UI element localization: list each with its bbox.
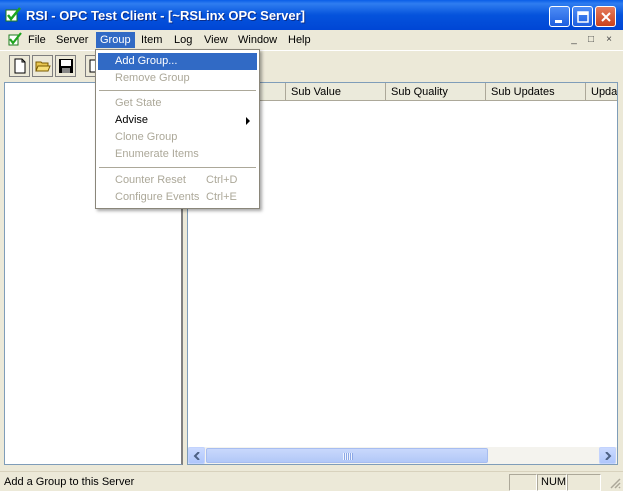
maximize-icon [577, 11, 589, 23]
check-icon [5, 7, 21, 22]
close-button[interactable] [595, 6, 616, 27]
minimize-icon [555, 20, 562, 23]
menu-advise[interactable]: Advise [98, 112, 257, 129]
status-pane-blank [509, 474, 537, 491]
open-button[interactable] [32, 55, 53, 77]
menu-get-state[interactable]: Get State [98, 95, 257, 112]
menu-clone-group[interactable]: Clone Group [98, 129, 257, 146]
submenu-arrow-icon [246, 117, 250, 125]
menu-separator [99, 90, 256, 91]
scroll-left-button[interactable] [188, 447, 205, 464]
column-header-sub-value[interactable]: Sub Value [286, 83, 386, 101]
mdi-restore-button[interactable]: □ [584, 33, 598, 46]
toolbar [0, 50, 623, 80]
horizontal-scrollbar[interactable] [188, 447, 617, 464]
new-file-icon [14, 58, 26, 74]
menu-help[interactable]: Help [284, 32, 315, 48]
status-bar: Add a Group to this Server NUM [0, 471, 623, 491]
menu-configure-events-label: Configure Events [115, 191, 200, 203]
chevron-left-icon [193, 452, 200, 460]
window-title: RSI - OPC Test Client - [~RSLinx OPC Ser… [26, 8, 305, 23]
shortcut-label: Ctrl+D [206, 174, 238, 186]
menu-group[interactable]: Group [96, 32, 135, 48]
check-icon [8, 32, 22, 46]
scroll-right-button[interactable] [599, 447, 616, 464]
menu-add-group[interactable]: Add Group... [98, 53, 257, 70]
group-menu: Add Group... Remove Group Get State Advi… [95, 49, 260, 209]
menu-remove-group[interactable]: Remove Group [98, 70, 257, 87]
menu-separator [99, 167, 256, 168]
status-pane-scroll [567, 474, 601, 491]
menu-file[interactable]: File [24, 32, 50, 48]
menu-item[interactable]: Item [137, 32, 166, 48]
mdi-minimize-button[interactable]: _ [567, 33, 581, 46]
shortcut-label: Ctrl+E [206, 191, 237, 203]
num-lock-indicator: NUM [537, 474, 567, 491]
menu-bar: File Server Group Item Log View Window H… [0, 30, 623, 49]
new-button[interactable] [9, 55, 30, 77]
menu-counter-reset[interactable]: Counter Reset Ctrl+D [98, 172, 257, 189]
menu-enumerate-items[interactable]: Enumerate Items [98, 146, 257, 163]
resize-grip-icon[interactable] [609, 477, 621, 489]
scroll-thumb[interactable] [206, 448, 488, 463]
menu-log[interactable]: Log [170, 32, 196, 48]
menu-advise-label: Advise [115, 114, 149, 126]
column-header-sub-quality[interactable]: Sub Quality [386, 83, 486, 101]
menu-window[interactable]: Window [234, 32, 281, 48]
mdi-close-button[interactable]: × [602, 33, 616, 46]
chevron-right-icon [605, 452, 612, 460]
scroll-grip [343, 453, 353, 460]
save-button[interactable] [55, 55, 76, 77]
title-bar: RSI - OPC Test Client - [~RSLinx OPC Ser… [0, 0, 623, 30]
menu-view[interactable]: View [200, 32, 232, 48]
menu-counter-reset-label: Counter Reset [115, 174, 186, 186]
minimize-button[interactable] [549, 6, 570, 27]
status-message: Add a Group to this Server [4, 476, 135, 488]
column-header-sub-updates[interactable]: Sub Updates [486, 83, 586, 101]
menu-configure-events[interactable]: Configure Events Ctrl+E [98, 189, 257, 206]
save-disk-icon [59, 59, 73, 73]
maximize-button[interactable] [572, 6, 593, 27]
open-folder-icon [35, 61, 51, 72]
column-header-updates[interactable]: Upda [586, 83, 617, 101]
close-icon [601, 12, 611, 22]
menu-server[interactable]: Server [52, 32, 92, 48]
